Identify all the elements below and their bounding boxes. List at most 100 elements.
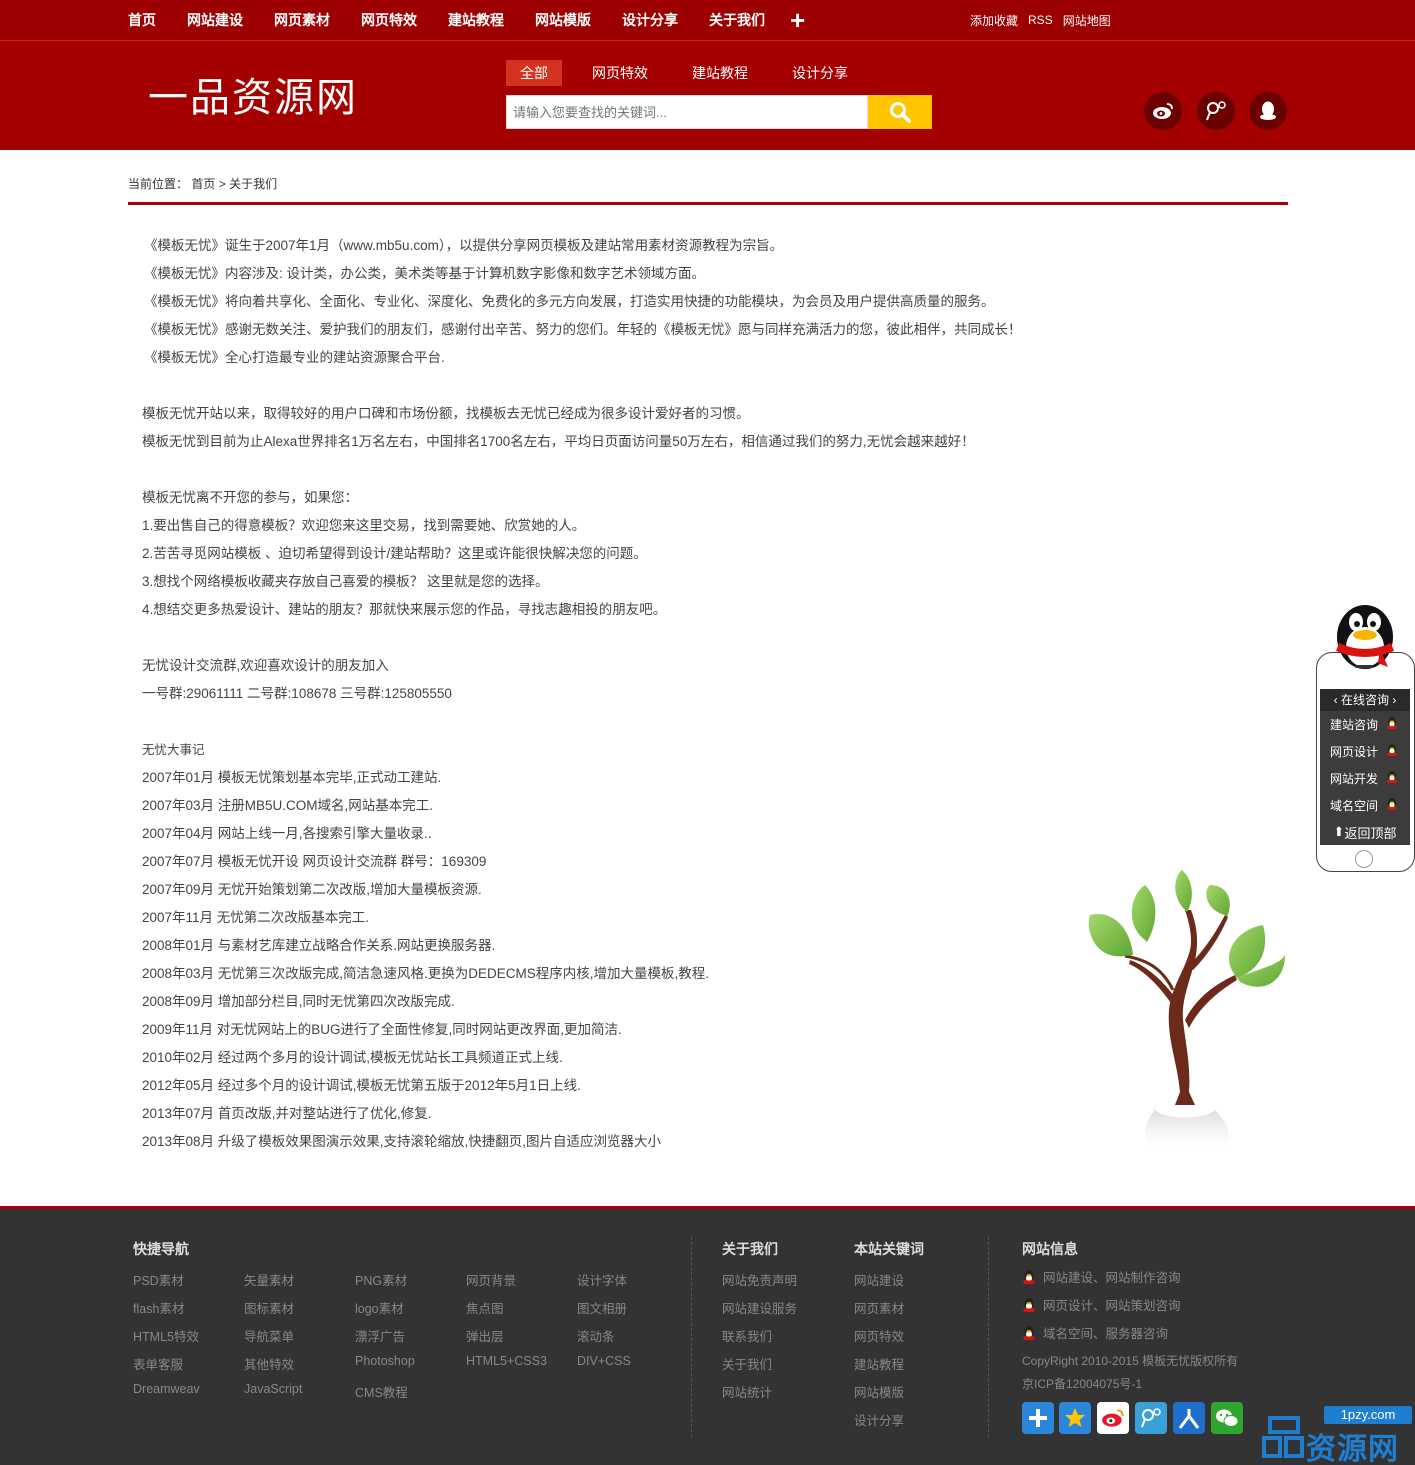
breadcrumb-home[interactable]: 首页	[191, 177, 215, 191]
topnav-web-materials[interactable]: 网页素材	[274, 10, 330, 30]
topnav-home[interactable]: 首页	[128, 10, 156, 30]
join-line: 1.要出售自己的得意模板？欢迎您来这里交易，找到需要她、欣赏她的人。	[142, 518, 586, 533]
quick-nav-link[interactable]: 漂浮广告	[355, 1326, 405, 1345]
chevron-right-icon[interactable]: ›	[1389, 693, 1396, 707]
star-icon[interactable]	[1059, 1402, 1091, 1434]
sitemap-link[interactable]: 网站地图	[1063, 12, 1111, 29]
search-tab-design[interactable]: 设计分享	[778, 60, 862, 86]
about-link[interactable]: 网站统计	[722, 1382, 772, 1401]
renren-icon[interactable]	[1173, 1402, 1205, 1434]
history-item: 2013年07月 首页改版,并对整站进行了优化,修复.	[142, 1106, 432, 1121]
keyword-link[interactable]: 网页素材	[854, 1298, 904, 1317]
quick-nav-link[interactable]: 滚动条	[577, 1326, 615, 1345]
tencent-weibo-icon[interactable]	[1135, 1402, 1167, 1434]
keyword-link[interactable]: 网页特效	[854, 1326, 904, 1345]
search-tab-tutorials[interactable]: 建站教程	[678, 60, 762, 86]
consult-item-design[interactable]: 网页设计	[1320, 738, 1410, 765]
history-item: 2013年08月 升级了模板效果图演示效果,支持滚轮缩放,快捷翻页,图片自适应浏…	[142, 1134, 662, 1149]
topnav-web-effects[interactable]: 网页特效	[361, 10, 417, 30]
quick-nav-link[interactable]: 设计字体	[577, 1270, 627, 1289]
history-item: 2007年11月 无忧第二次改版基本完工.	[142, 910, 370, 925]
qq-icon[interactable]	[1249, 92, 1287, 130]
keywords-title: 本站关键词	[854, 1241, 924, 1257]
watermark-text: 资源网	[1306, 1433, 1399, 1465]
arrow-up-icon: ⬆	[1333, 824, 1345, 840]
about-link[interactable]: 关于我们	[722, 1354, 772, 1373]
quick-nav-link[interactable]: DIV+CSS	[577, 1354, 631, 1368]
quick-nav-title: 快捷导航	[133, 1241, 189, 1257]
info-item[interactable]: 域名空间、服务器咨询	[1022, 1323, 1168, 1342]
quick-nav-link[interactable]: 其他特效	[244, 1354, 294, 1373]
breadcrumb: 当前位置： 首页 > 关于我们	[128, 175, 277, 192]
weibo-icon[interactable]	[1144, 92, 1182, 130]
history-item: 2012年05月 经过多个月的设计调试,模板无忧第五版于2012年5月1日上线.	[142, 1078, 581, 1093]
quick-nav-link[interactable]: PNG素材	[355, 1270, 407, 1289]
quick-nav-link[interactable]: Dreamweav	[133, 1382, 200, 1396]
add-favorite-link[interactable]: 添加收藏	[970, 12, 1018, 29]
consult-item-label: 网站开发	[1330, 772, 1379, 786]
history-item: 2008年09月 增加部分栏目,同时无忧第四次改版完成.	[142, 994, 455, 1009]
quick-nav-link[interactable]: CMS教程	[355, 1382, 408, 1401]
groups-line: 无忧设计交流群,欢迎喜欢设计的朋友加入	[142, 658, 389, 673]
intro-line: 《模板无忧》全心打造最专业的建站资源聚合平台.	[144, 350, 445, 365]
quick-nav-link[interactable]: 图文相册	[577, 1298, 627, 1317]
quick-nav-link[interactable]: 导航菜单	[244, 1326, 294, 1345]
qq-small-icon	[1386, 770, 1398, 787]
quick-nav-link[interactable]: Photoshop	[355, 1354, 415, 1368]
keyword-link[interactable]: 设计分享	[854, 1410, 904, 1429]
quick-nav-link[interactable]: 表单客服	[133, 1354, 183, 1373]
history-item: 2009年11月 对无忧网站上的BUG进行了全面性修复,同时网站更改界面,更加简…	[142, 1022, 622, 1037]
quick-nav-link[interactable]: 弹出层	[466, 1326, 504, 1345]
quick-nav-link[interactable]: PSD素材	[133, 1270, 184, 1289]
about-link[interactable]: 网站建设服务	[722, 1298, 797, 1317]
quick-nav-link[interactable]: HTML5特效	[133, 1326, 199, 1345]
topnav-tutorials[interactable]: 建站教程	[448, 10, 504, 30]
qq-small-icon	[1386, 797, 1398, 814]
quick-nav-link[interactable]: flash素材	[133, 1298, 184, 1317]
quick-nav-link[interactable]: 焦点图	[466, 1298, 504, 1317]
quick-nav-link[interactable]: logo素材	[355, 1298, 404, 1317]
icp-number[interactable]: 京ICP备12004075号-1	[1022, 1375, 1142, 1392]
consult-item-label: 网页设计	[1330, 745, 1379, 759]
topnav-templates[interactable]: 网站模版	[535, 10, 591, 30]
consult-item-development[interactable]: 网站开发	[1320, 765, 1410, 792]
rss-link[interactable]: RSS	[1028, 13, 1053, 27]
sina-weibo-icon[interactable]	[1097, 1402, 1129, 1434]
stats-line: 模板无忧开站以来，取得较好的用户口碑和市场份额，找模板去无忧已经成为很多设计爱好…	[142, 406, 750, 421]
chevron-left-icon[interactable]: ‹	[1334, 693, 1341, 707]
join-line: 4.想结交更多热爱设计、建站的朋友？那就快来展示您的作品，寻找志趣相投的朋友吧。	[142, 602, 667, 617]
info-item[interactable]: 网页设计、网站策划咨询	[1022, 1295, 1181, 1314]
search-tabs: 全部 网页特效 建站教程 设计分享	[506, 60, 878, 86]
consult-item-domain[interactable]: 域名空间	[1320, 792, 1410, 819]
topnav-design-share[interactable]: 设计分享	[622, 10, 678, 30]
footer-divider	[691, 1237, 692, 1437]
search-button[interactable]	[868, 95, 932, 129]
tencent-weibo-icon[interactable]	[1197, 92, 1235, 130]
site-logo[interactable]: 一品资源网	[148, 65, 358, 123]
topnav-about[interactable]: 关于我们	[709, 10, 765, 30]
add-icon[interactable]	[1022, 1402, 1054, 1434]
search-tab-effects[interactable]: 网页特效	[578, 60, 662, 86]
search-input[interactable]	[507, 96, 867, 128]
consult-item-building[interactable]: 建站咨询	[1320, 711, 1410, 738]
intro-line: 《模板无忧》诞生于2007年1月（www.mb5u.com），以提供分享网页模板…	[144, 238, 784, 253]
plus-icon[interactable]: +	[790, 0, 805, 40]
search-tab-all[interactable]: 全部	[506, 60, 562, 86]
wechat-icon[interactable]	[1211, 1402, 1243, 1434]
about-link[interactable]: 联系我们	[722, 1326, 772, 1345]
topnav-site-building[interactable]: 网站建设	[187, 10, 243, 30]
quick-nav-link[interactable]: HTML5+CSS3	[466, 1354, 547, 1368]
watermark-logo: 1pzy.com 资源网	[1262, 1406, 1412, 1465]
consult-item-label: 域名空间	[1330, 799, 1379, 813]
keyword-link[interactable]: 网站建设	[854, 1270, 904, 1289]
about-link[interactable]: 网站免责声明	[722, 1270, 797, 1289]
quick-nav-link[interactable]: JavaScript	[244, 1382, 302, 1396]
quick-nav-link[interactable]: 矢量素材	[244, 1270, 294, 1289]
top-nav: 首页 网站建设 网页素材 网页特效 建站教程 网站模版 设计分享 关于我们 +	[128, 0, 805, 40]
keyword-link[interactable]: 建站教程	[854, 1354, 904, 1373]
quick-nav-link[interactable]: 图标素材	[244, 1298, 294, 1317]
back-to-top-button[interactable]: ⬆ 返回顶部	[1320, 819, 1410, 845]
quick-nav-link[interactable]: 网页背景	[466, 1270, 516, 1289]
info-item[interactable]: 网站建设、网站制作咨询	[1022, 1267, 1181, 1286]
keyword-link[interactable]: 网站模版	[854, 1382, 904, 1401]
